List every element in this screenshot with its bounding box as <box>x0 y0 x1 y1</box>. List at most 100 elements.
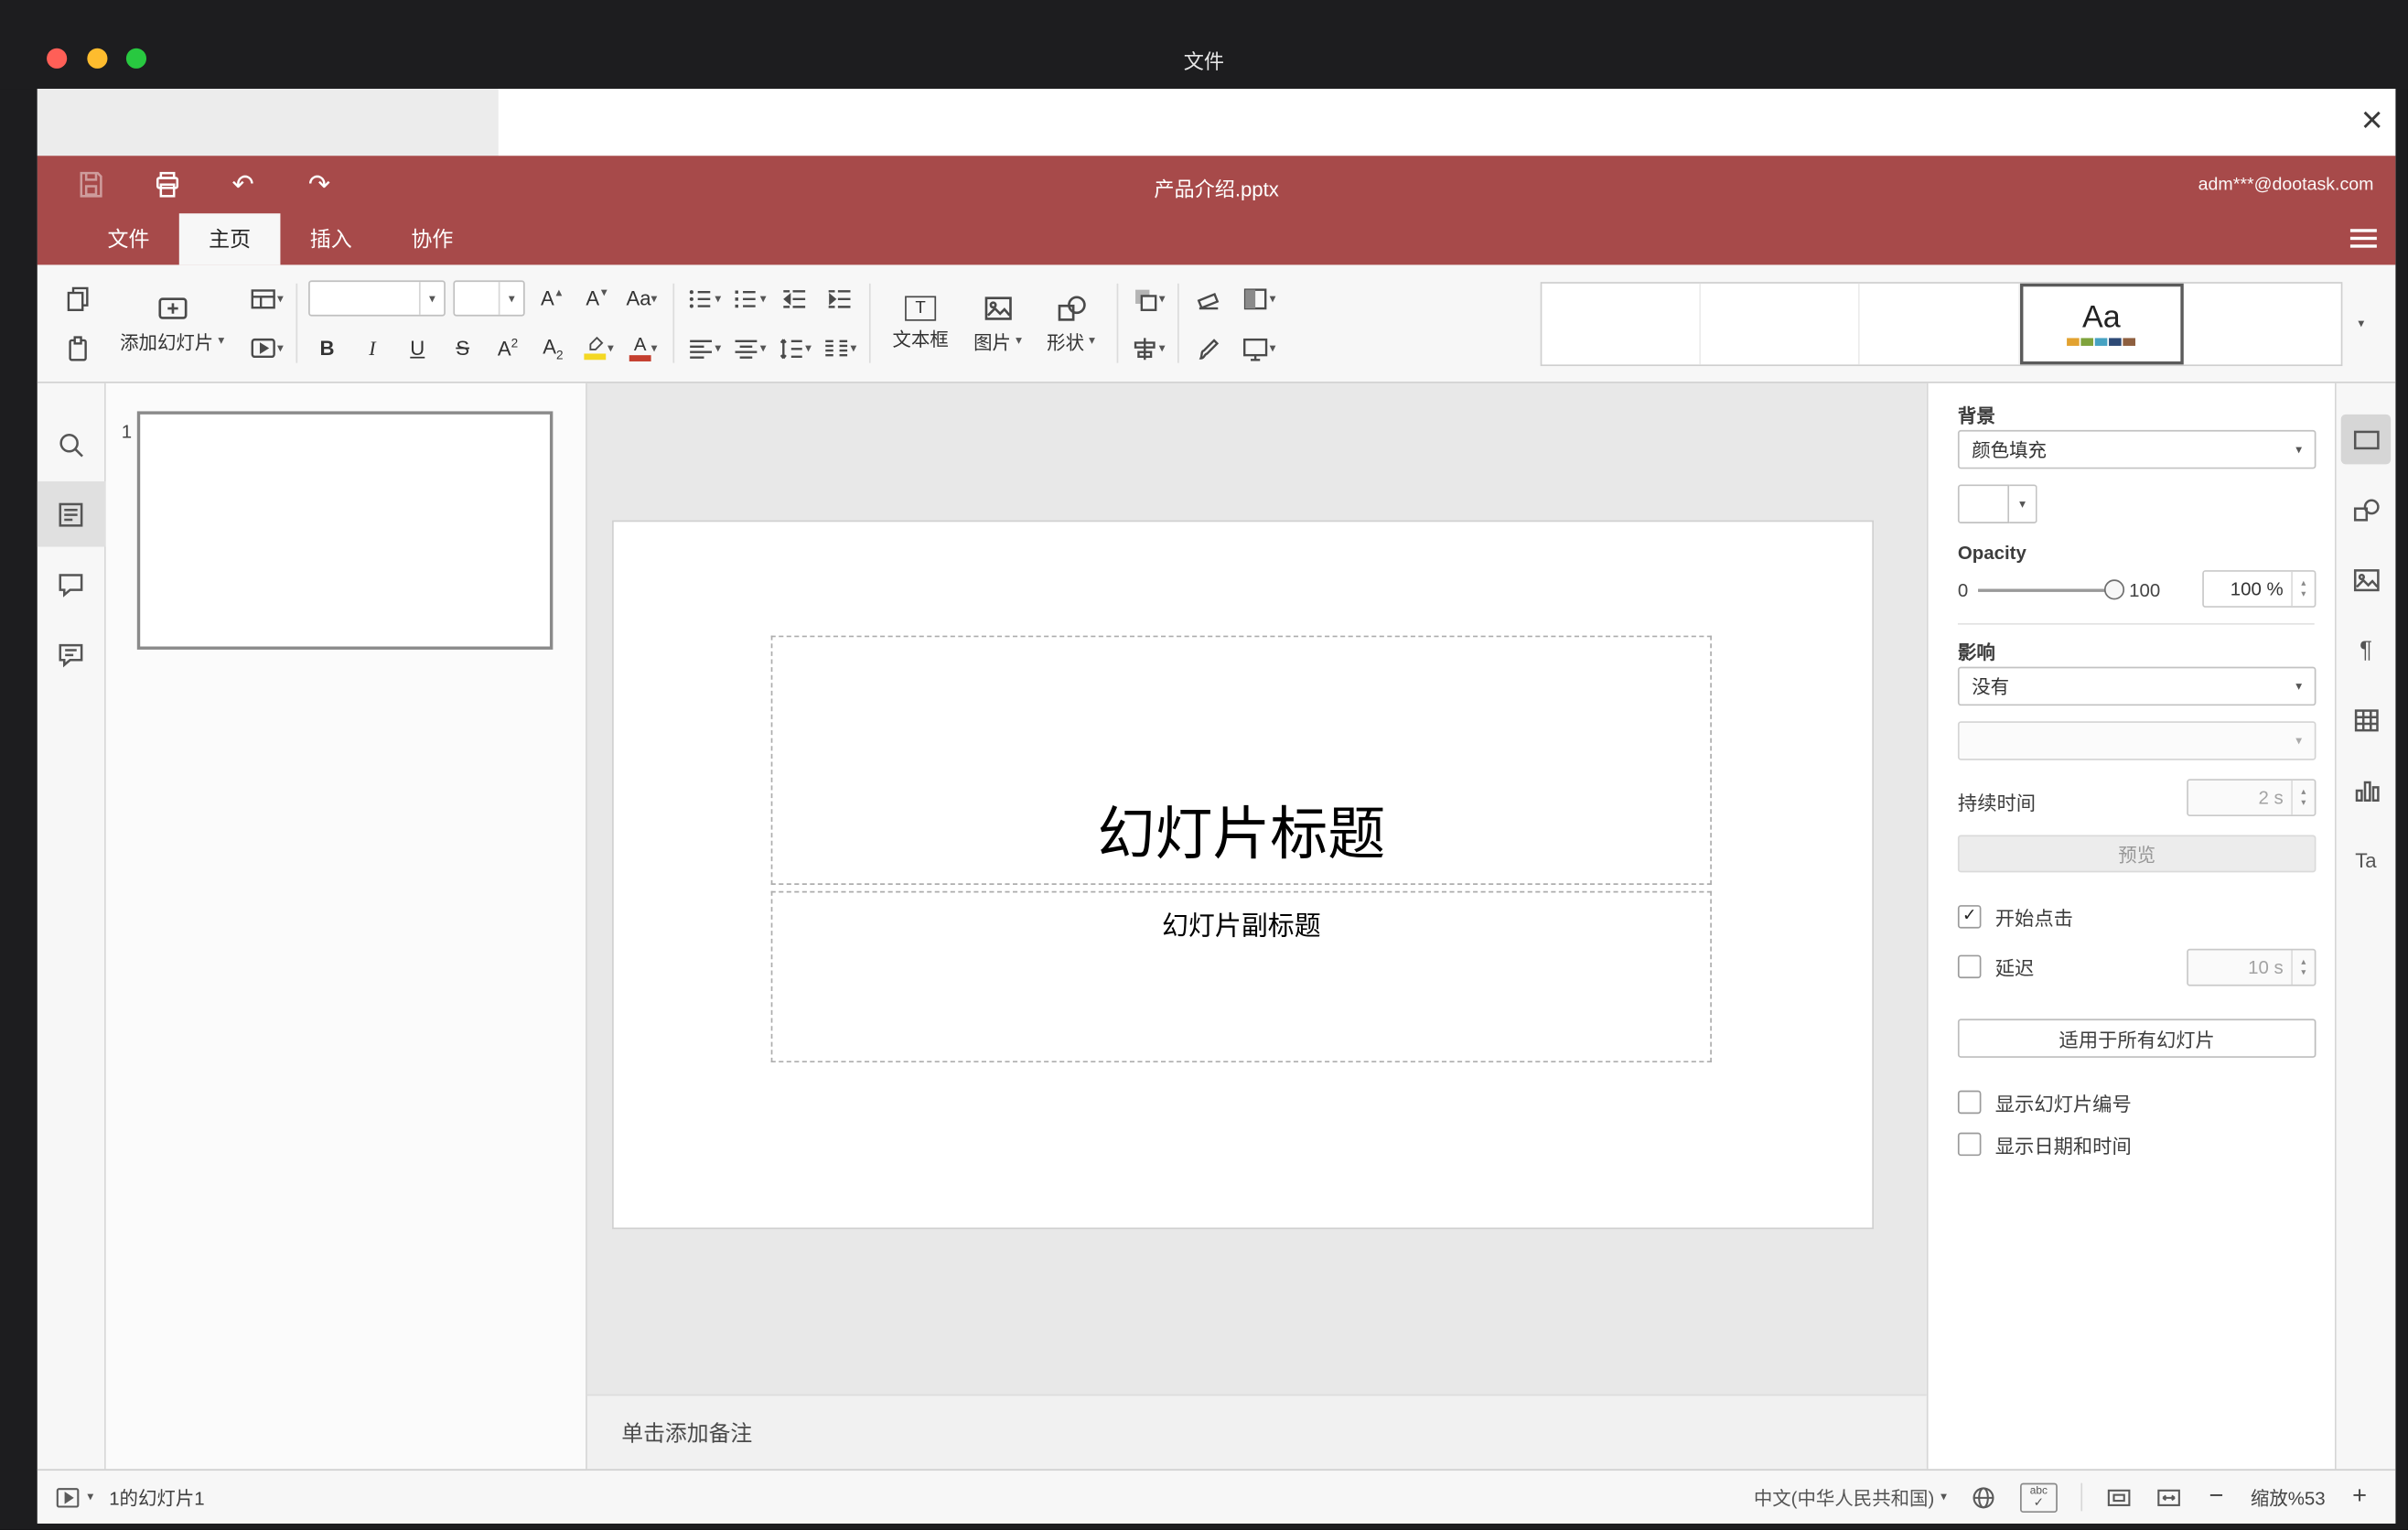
delay-spinner[interactable]: 10 s ▴ ▾ <box>2187 948 2317 986</box>
superscript-icon: A2 <box>497 336 519 361</box>
slide-thumbnail[interactable] <box>136 411 554 650</box>
chart-settings-button[interactable] <box>2341 765 2391 814</box>
theme-option[interactable] <box>1701 282 1861 364</box>
close-icon[interactable]: × <box>2349 97 2395 146</box>
set-language-button[interactable] <box>1970 1484 1996 1511</box>
slide-canvas[interactable]: 幻灯片标题 幻灯片副标题 <box>613 522 1873 1228</box>
language-selector[interactable]: 中文(中华人民共和国) ▾ <box>1754 1484 1947 1511</box>
chevron-up-icon: ▴ <box>2301 787 2306 797</box>
arrange-shape-button[interactable]: ▾ <box>1129 280 1166 318</box>
opacity-spinner[interactable]: 100 % ▴ ▾ <box>2202 570 2317 608</box>
effect-type-select[interactable]: ▾ <box>1957 721 2317 760</box>
highlight-color-button[interactable]: ▾ <box>579 329 617 367</box>
line-spacing-button[interactable]: ▾ <box>776 329 813 367</box>
chat-panel-button[interactable] <box>37 621 105 687</box>
vertical-align-button[interactable]: ▾ <box>730 329 768 367</box>
change-case-button[interactable]: Aa ▾ <box>623 280 661 318</box>
spinner-arrows[interactable]: ▴ ▾ <box>2291 571 2315 607</box>
duration-spinner[interactable]: 2 s ▴ ▾ <box>2187 779 2317 817</box>
color-scheme-button[interactable]: ▾ <box>1240 280 1277 318</box>
zoom-out-button[interactable]: − <box>2206 1483 2228 1512</box>
start-on-click-checkbox[interactable]: ✓ <box>1957 904 1982 928</box>
tab-file[interactable]: 文件 <box>78 213 179 264</box>
increase-indent-button[interactable] <box>821 280 858 318</box>
table-settings-button[interactable] <box>2341 695 2391 744</box>
bold-button[interactable]: B <box>308 329 346 367</box>
zoom-in-button[interactable]: + <box>2349 1483 2370 1512</box>
slide-settings-icon <box>2353 429 2379 449</box>
theme-gallery-expand-button[interactable]: ▾ <box>2342 281 2380 365</box>
show-slide-number-checkbox[interactable] <box>1957 1089 1982 1114</box>
increase-font-size-button[interactable]: A ▴ <box>532 280 570 318</box>
tab-collaboration[interactable]: 协作 <box>382 213 483 264</box>
horizontal-align-button[interactable]: ▾ <box>685 329 723 367</box>
opacity-slider-knob[interactable] <box>2103 579 2125 600</box>
tab-home[interactable]: 主页 <box>178 213 281 265</box>
chevron-down-icon: ▾ <box>759 339 767 355</box>
font-name-combobox[interactable]: ▾ <box>308 280 446 317</box>
copy-style-button[interactable] <box>1190 329 1228 367</box>
theme-option[interactable] <box>1860 282 2020 364</box>
show-date-time-checkbox[interactable] <box>1957 1131 1982 1156</box>
comments-panel-button[interactable] <box>37 552 105 618</box>
slides-panel-button[interactable] <box>37 481 105 547</box>
superscript-button[interactable]: A2 <box>489 329 527 367</box>
textart-settings-button[interactable]: Ta <box>2341 835 2391 884</box>
decrease-indent-button[interactable] <box>776 280 813 318</box>
background-color-picker[interactable]: ▾ <box>1957 484 2037 524</box>
image-settings-button[interactable] <box>2341 555 2391 604</box>
strikethrough-button[interactable]: S <box>444 329 481 367</box>
underline-button[interactable]: U <box>399 329 436 367</box>
align-shape-button[interactable]: ▾ <box>1129 329 1166 367</box>
spinner-arrows[interactable]: ▴ ▾ <box>2291 950 2315 985</box>
bullet-list-button[interactable]: ▾ <box>685 280 723 318</box>
background-fill-select[interactable]: 颜色填充 ▾ <box>1957 429 2317 469</box>
theme-option[interactable] <box>1542 282 1702 364</box>
opacity-slider-track[interactable] <box>1978 588 2115 592</box>
preview-button[interactable]: 预览 <box>1957 835 2317 873</box>
slide-settings-button[interactable] <box>2340 414 2392 465</box>
columns-button[interactable]: ▾ <box>821 329 858 367</box>
insert-image-button[interactable]: 图片 ▾ <box>962 289 1033 358</box>
apply-to-all-slides-button[interactable]: 适用于所有幻灯片 <box>1957 1018 2317 1058</box>
clear-style-button[interactable] <box>1190 280 1228 318</box>
tab-insert[interactable]: 插入 <box>280 213 382 264</box>
italic-button[interactable]: I <box>353 329 391 367</box>
paragraph-settings-button[interactable]: ¶ <box>2341 625 2391 674</box>
subscript-button[interactable]: A2 <box>534 329 572 367</box>
fit-slide-button[interactable] <box>2106 1484 2133 1511</box>
spellcheck-button[interactable]: abc ✓ <box>2019 1482 2058 1513</box>
delay-checkbox[interactable] <box>1957 954 1982 978</box>
search-panel-button[interactable] <box>37 411 105 477</box>
insert-textbox-button[interactable]: T 文本框 <box>882 292 960 354</box>
decrease-font-size-button[interactable]: A ▾ <box>578 280 616 318</box>
slide-subtitle-placeholder[interactable]: 幻灯片副标题 <box>770 890 1712 1063</box>
font-color-button[interactable]: A ▾ <box>625 329 662 367</box>
numbered-list-button[interactable]: ▾ <box>730 280 768 318</box>
theme-option[interactable] <box>2183 283 2340 364</box>
spinner-arrows[interactable]: ▴ ▾ <box>2291 780 2315 815</box>
slide-size-button[interactable]: ▾ <box>1240 329 1277 367</box>
effect-select[interactable]: 没有 ▾ <box>1957 666 2317 706</box>
notes-area[interactable]: 单击添加备注 <box>586 1394 1927 1470</box>
add-slide-icon <box>157 296 187 318</box>
chevron-down-icon: ▾ <box>1269 339 1276 355</box>
copy-icon <box>67 286 89 311</box>
chat-icon <box>59 642 83 667</box>
slide-canvas-area[interactable]: 幻灯片标题 幻灯片副标题 <box>587 383 1927 1395</box>
shape-settings-button[interactable] <box>2341 484 2391 533</box>
start-slideshow-button[interactable]: ▾ <box>248 329 285 367</box>
start-slideshow-status-button[interactable]: ▾ <box>53 1484 93 1511</box>
paste-button[interactable] <box>59 329 97 367</box>
add-slide-button[interactable]: 添加幻灯片 ▾ <box>109 289 235 358</box>
zoom-level[interactable]: 缩放%53 <box>2251 1484 2326 1511</box>
font-size-combobox[interactable]: ▾ <box>453 280 525 317</box>
search-icon <box>59 433 83 457</box>
theme-option-selected[interactable]: Aa <box>2019 282 2184 364</box>
slide-layout-button[interactable]: ▾ <box>248 280 285 318</box>
menu-hamburger-icon[interactable] <box>2339 222 2386 253</box>
fit-width-button[interactable] <box>2155 1484 2182 1511</box>
insert-shape-button[interactable]: 形状 ▾ <box>1036 289 1106 358</box>
slide-title-placeholder[interactable]: 幻灯片标题 <box>770 635 1712 885</box>
copy-button[interactable] <box>59 280 97 318</box>
